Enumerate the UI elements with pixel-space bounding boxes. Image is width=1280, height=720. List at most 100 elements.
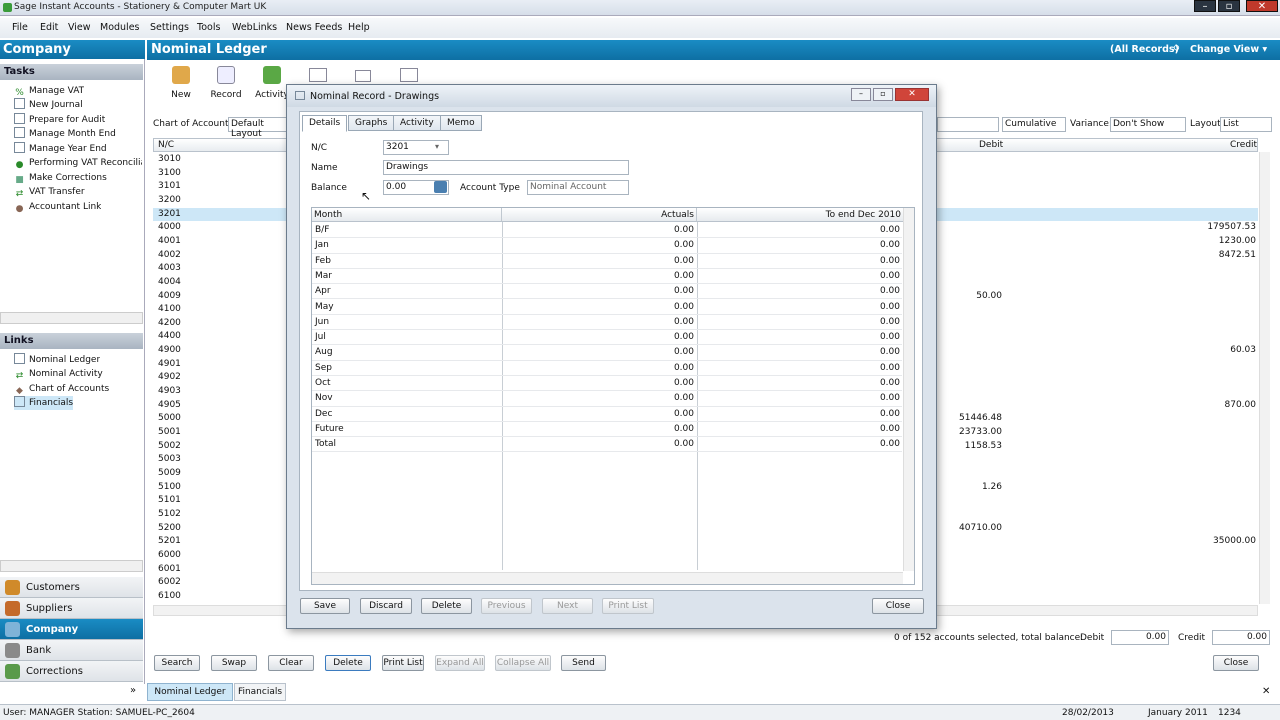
dialog-delete-button[interactable]: Delete <box>421 598 472 614</box>
toolbar-icon-4[interactable] <box>309 68 327 82</box>
name-field[interactable]: Drawings <box>383 160 629 175</box>
dialog-close-icon[interactable]: ✕ <box>895 88 929 101</box>
discard-button[interactable]: Discard <box>360 598 412 614</box>
search-button[interactable]: Search <box>154 655 200 671</box>
monthly-row[interactable]: Total 0.00 0.00 <box>312 437 902 453</box>
monthly-row[interactable]: Jan 0.00 0.00 <box>312 238 902 254</box>
nav-company[interactable]: Company <box>0 619 143 640</box>
menu-tools[interactable]: Tools <box>197 22 220 33</box>
links-scrollbar[interactable] <box>0 560 143 572</box>
menu-weblinks[interactable]: WebLinks <box>232 22 277 33</box>
chart-of-accounts-select[interactable]: Default Layout <box>228 117 288 139</box>
ledger-row-code[interactable]: 4001 <box>158 236 181 250</box>
tab-nominal-ledger[interactable]: Nominal Ledger <box>147 683 233 701</box>
calculator-icon[interactable] <box>434 181 447 193</box>
ledger-row-code[interactable]: 4000 <box>158 222 181 236</box>
ledger-row-code[interactable]: 3200 <box>158 195 181 209</box>
nav-bank[interactable]: Bank <box>0 640 143 661</box>
toolbar-record-button[interactable]: Record <box>206 66 246 100</box>
expand-all-button[interactable]: Expand All <box>435 655 485 671</box>
ledger-row-code[interactable]: 4902 <box>158 372 181 386</box>
monthly-row[interactable]: Jun 0.00 0.00 <box>312 315 902 331</box>
ledger-row-code[interactable]: 4002 <box>158 250 181 264</box>
monthly-row[interactable]: Oct 0.00 0.00 <box>312 376 902 392</box>
ledger-row-code[interactable]: 5001 <box>158 427 181 441</box>
clear-button[interactable]: Clear <box>268 655 314 671</box>
ledger-row-code[interactable]: 5201 <box>158 536 181 550</box>
menu-help[interactable]: Help <box>348 22 370 33</box>
ledger-row-code[interactable]: 4004 <box>158 277 181 291</box>
ledger-row-code[interactable]: 3100 <box>158 168 181 182</box>
task-accountant-link[interactable]: ● Accountant Link <box>14 200 102 214</box>
ledger-row-code[interactable]: 4009 <box>158 291 181 305</box>
toolbar-icon-6[interactable] <box>400 68 418 82</box>
menu-file[interactable]: File <box>12 22 28 33</box>
layout-select[interactable]: List <box>1220 117 1272 132</box>
change-view-button[interactable]: Change View ▾ <box>1190 44 1267 55</box>
minimize-icon[interactable]: – <box>1194 0 1216 12</box>
ledger-row-code[interactable]: 5009 <box>158 468 181 482</box>
send-button[interactable]: Send <box>561 655 606 671</box>
expand-nav-icon[interactable]: » <box>130 685 136 696</box>
task-prepare-audit[interactable]: Prepare for Audit <box>14 113 105 127</box>
task-vat-transfer[interactable]: ⇄ VAT Transfer <box>14 185 85 199</box>
task-make-corrections[interactable]: ■ Make Corrections <box>14 171 107 185</box>
task-year-end[interactable]: Manage Year End <box>14 142 107 156</box>
tab-close-icon[interactable]: ✕ <box>1262 686 1270 697</box>
monthly-row[interactable]: Jul 0.00 0.00 <box>312 330 902 346</box>
ledger-row-code[interactable]: 3201 <box>158 209 181 223</box>
ledger-row-code[interactable]: 4901 <box>158 359 181 373</box>
ledger-row-code[interactable]: 4905 <box>158 400 181 414</box>
nav-customers[interactable]: Customers <box>0 577 143 598</box>
maximize-icon[interactable]: ▫ <box>1218 0 1240 12</box>
period-select[interactable] <box>937 117 999 132</box>
next-button[interactable]: Next <box>542 598 593 614</box>
task-vat-reconciliation[interactable]: ●Performing VAT Reconciliation <box>14 156 142 170</box>
link-nominal-activity[interactable]: ⇄ Nominal Activity <box>14 367 103 381</box>
ledger-row-code[interactable]: 4903 <box>158 386 181 400</box>
tab-memo[interactable]: Memo <box>440 115 482 131</box>
ledger-row-code[interactable]: 5002 <box>158 441 181 455</box>
monthly-row[interactable]: Mar 0.00 0.00 <box>312 269 902 285</box>
monthly-row[interactable]: Feb 0.00 0.00 <box>312 254 902 269</box>
tasks-scrollbar[interactable] <box>0 312 143 324</box>
ledger-row-code[interactable]: 5102 <box>158 509 181 523</box>
tab-details[interactable]: Details <box>302 115 348 132</box>
task-manage-vat[interactable]: % Manage VAT <box>14 84 84 98</box>
monthly-row[interactable]: B/F 0.00 0.00 <box>312 223 902 239</box>
ledger-row-code[interactable]: 4900 <box>158 345 181 359</box>
ledger-row-code[interactable]: 4200 <box>158 318 181 332</box>
menu-news-feeds[interactable]: News Feeds <box>286 22 342 33</box>
save-button[interactable]: Save <box>300 598 350 614</box>
ledger-row-code[interactable]: 5101 <box>158 495 181 509</box>
link-nominal-ledger[interactable]: Nominal Ledger <box>14 353 100 367</box>
main-close-button[interactable]: Close <box>1213 655 1259 671</box>
monthly-row[interactable]: Dec 0.00 0.00 <box>312 407 902 422</box>
link-chart-of-accounts[interactable]: ◆ Chart of Accounts <box>14 382 109 396</box>
task-new-journal[interactable]: New Journal <box>14 98 83 112</box>
dialog-close-button[interactable]: Close <box>872 598 924 614</box>
ledger-row-code[interactable]: 4003 <box>158 263 181 277</box>
tab-graphs[interactable]: Graphs <box>348 115 395 131</box>
toolbar-new-button[interactable]: New <box>161 66 201 100</box>
monthly-row[interactable]: Apr 0.00 0.00 <box>312 284 902 300</box>
ledger-row-code[interactable]: 6002 <box>158 577 181 591</box>
tab-financials[interactable]: Financials <box>234 683 286 701</box>
task-month-end[interactable]: Manage Month End <box>14 127 116 141</box>
grid-scrollbar[interactable] <box>1259 152 1270 604</box>
dialog-minimize-icon[interactable]: – <box>851 88 871 101</box>
search-icon[interactable]: ⚲ <box>1173 44 1180 55</box>
monthly-row[interactable]: Sep 0.00 0.00 <box>312 361 902 376</box>
variance-select[interactable]: Don't Show <box>1110 117 1186 132</box>
dialog-maximize-icon[interactable]: ▫ <box>873 88 893 101</box>
table-hscrollbar[interactable] <box>312 572 903 584</box>
menu-edit[interactable]: Edit <box>40 22 58 33</box>
nav-corrections[interactable]: Corrections <box>0 661 143 682</box>
ledger-row-code[interactable]: 6001 <box>158 564 181 578</box>
menu-modules[interactable]: Modules <box>100 22 140 33</box>
close-icon[interactable]: ✕ <box>1246 0 1278 12</box>
ledger-row-code[interactable]: 5100 <box>158 482 181 496</box>
toolbar-icon-5[interactable] <box>355 70 371 82</box>
monthly-row[interactable]: Future 0.00 0.00 <box>312 422 902 438</box>
link-financials[interactable]: Financials <box>14 396 74 410</box>
